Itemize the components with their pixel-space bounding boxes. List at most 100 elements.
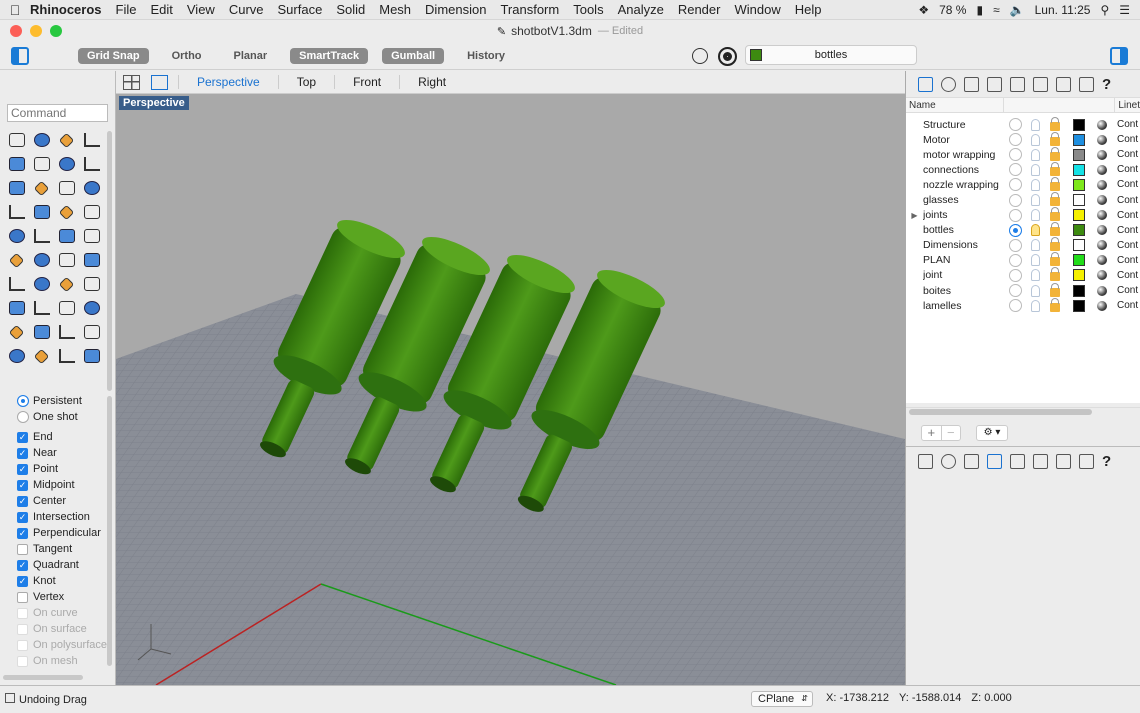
material-sphere-icon[interactable] xyxy=(1097,300,1107,311)
edited-indicator[interactable]: — Edited xyxy=(598,25,643,37)
surface-icon[interactable] xyxy=(79,176,104,200)
check-icon[interactable] xyxy=(29,296,54,320)
render-panel-icon[interactable] xyxy=(1010,76,1025,92)
layer-color-swatch[interactable] xyxy=(1073,224,1085,237)
layer-row[interactable]: motor wrapping Cont xyxy=(906,146,1140,163)
dropbox-icon[interactable]: ❖ xyxy=(918,3,929,17)
material-sphere-icon[interactable] xyxy=(1097,240,1107,251)
layer-color-swatch[interactable] xyxy=(1073,284,1085,297)
layer-name[interactable]: bottles xyxy=(923,224,1009,236)
menu-mesh[interactable]: Mesh xyxy=(379,2,411,17)
menu-help[interactable]: Help xyxy=(795,2,822,17)
layer-linetype[interactable]: Cont xyxy=(1117,300,1138,311)
remove-layer-button[interactable]: − xyxy=(940,426,961,440)
radio-icon[interactable] xyxy=(17,395,29,407)
tab-top[interactable]: Top xyxy=(297,75,336,89)
layer-row[interactable]: boites Cont xyxy=(906,282,1140,299)
visibility-bulb-icon[interactable] xyxy=(1031,269,1040,282)
extrude-icon[interactable] xyxy=(4,224,29,248)
current-layer-selector[interactable]: bottles xyxy=(745,45,917,65)
layer-name[interactable]: motor wrapping xyxy=(923,149,1009,161)
visibility-bulb-icon[interactable] xyxy=(1031,194,1040,207)
checkbox-icon[interactable]: ✓ xyxy=(17,559,28,571)
ortho-button[interactable]: Ortho xyxy=(163,48,211,64)
menu-analyze[interactable]: Analyze xyxy=(618,2,664,17)
left-panel-scrollbar[interactable] xyxy=(107,131,112,391)
snap-midpoint[interactable]: ✓ Midpoint xyxy=(0,477,116,493)
grid-icon[interactable] xyxy=(54,272,79,296)
cplane-selector[interactable]: CPlane ⇵ xyxy=(751,691,813,707)
layer-linetype[interactable]: Cont xyxy=(1117,240,1138,251)
snap-center[interactable]: ✓ Center xyxy=(0,493,116,509)
visibility-bulb-icon[interactable] xyxy=(1031,163,1040,176)
layer-row[interactable]: Motor Cont xyxy=(906,131,1140,148)
layer-row[interactable]: bottles Cont xyxy=(906,222,1140,238)
record-history-icon[interactable] xyxy=(718,47,737,66)
snap-list-scrollbar[interactable] xyxy=(107,396,112,666)
layer-linetype[interactable]: Cont xyxy=(1117,149,1138,160)
visibility-bulb-icon[interactable] xyxy=(1031,254,1040,267)
current-layer-radio-icon[interactable] xyxy=(1009,299,1022,313)
monitor-panel-icon[interactable] xyxy=(1079,453,1094,469)
visibility-bulb-icon[interactable] xyxy=(1031,239,1040,252)
options-icon[interactable] xyxy=(79,344,104,368)
layer-color-swatch[interactable] xyxy=(1073,178,1085,191)
perspective-viewport[interactable]: Perspective xyxy=(116,94,905,685)
lock-icon[interactable] xyxy=(1050,116,1060,131)
polygon-icon[interactable] xyxy=(4,176,29,200)
wifi-icon[interactable]: ≈ xyxy=(993,3,1000,17)
minimize-button[interactable] xyxy=(30,25,42,37)
sphere-icon[interactable] xyxy=(29,200,54,224)
tab-right[interactable]: Right xyxy=(418,75,464,89)
point-icon[interactable] xyxy=(29,128,54,152)
trim-icon[interactable] xyxy=(79,224,104,248)
layer-name[interactable]: PLAN xyxy=(923,254,1009,266)
layer-row[interactable]: Structure Cont xyxy=(906,116,1140,133)
curve-icon[interactable] xyxy=(79,128,104,152)
layers-panel-icon[interactable] xyxy=(918,76,933,92)
menu-transform[interactable]: Transform xyxy=(500,2,559,17)
lock-icon[interactable] xyxy=(1050,146,1060,161)
app-menu[interactable]: Rhinoceros xyxy=(30,2,102,17)
snap-tangent[interactable]: Tangent xyxy=(0,541,116,557)
snap-perpendicular[interactable]: ✓ Perpendicular xyxy=(0,525,116,541)
layer-name[interactable]: joint xyxy=(923,269,1009,281)
current-layer-radio-icon[interactable] xyxy=(1009,178,1022,192)
apple-icon[interactable]:  xyxy=(0,2,30,18)
layer-row[interactable]: PLAN Cont xyxy=(906,252,1140,268)
clock[interactable]: Lun. 11:25 xyxy=(1035,3,1091,17)
current-layer-radio-icon[interactable] xyxy=(1009,133,1022,147)
right-sidebar-toggle-icon[interactable] xyxy=(1110,47,1128,65)
layer-linetype[interactable]: Cont xyxy=(1117,210,1138,221)
layer-color-swatch[interactable] xyxy=(1073,148,1085,161)
layer-options-gear-icon[interactable]: ⚙ ▾ xyxy=(976,425,1008,441)
material-sphere-icon[interactable] xyxy=(1097,164,1107,175)
layer-color-swatch[interactable] xyxy=(1073,239,1085,252)
command-input[interactable] xyxy=(7,104,108,122)
layer-color-swatch[interactable] xyxy=(1073,269,1085,282)
current-layer-radio-icon[interactable] xyxy=(1009,223,1022,237)
array-icon[interactable] xyxy=(29,248,54,272)
lock-icon[interactable] xyxy=(1050,192,1060,207)
layer-linetype[interactable]: Cont xyxy=(1117,225,1138,236)
material-sphere-icon[interactable] xyxy=(1097,255,1107,266)
layer-color-swatch[interactable] xyxy=(1073,163,1085,176)
checkbox-icon[interactable]: ✓ xyxy=(17,431,28,443)
visibility-bulb-icon[interactable] xyxy=(1031,209,1040,222)
checkbox-icon[interactable]: ✓ xyxy=(17,479,28,491)
material-sphere-icon[interactable] xyxy=(1097,225,1107,236)
freeform-icon[interactable] xyxy=(54,176,79,200)
lock-icon[interactable] xyxy=(1050,207,1060,222)
layer-linetype[interactable]: Cont xyxy=(1117,164,1138,175)
select-icon[interactable] xyxy=(4,128,29,152)
viewport-label[interactable]: Perspective xyxy=(119,96,189,110)
current-layer-radio-icon[interactable] xyxy=(1009,253,1022,267)
layer-name[interactable]: nozzle wrapping xyxy=(923,179,1009,191)
visibility-bulb-icon[interactable] xyxy=(1031,178,1040,191)
lock-icon[interactable] xyxy=(1050,176,1060,191)
gumball-button[interactable]: Gumball xyxy=(382,48,445,64)
tab-front[interactable]: Front xyxy=(353,75,401,89)
current-layer-radio-icon[interactable] xyxy=(1009,118,1022,132)
left-panel-hscrollbar[interactable] xyxy=(3,675,83,680)
lock-icon[interactable] xyxy=(1050,237,1060,252)
